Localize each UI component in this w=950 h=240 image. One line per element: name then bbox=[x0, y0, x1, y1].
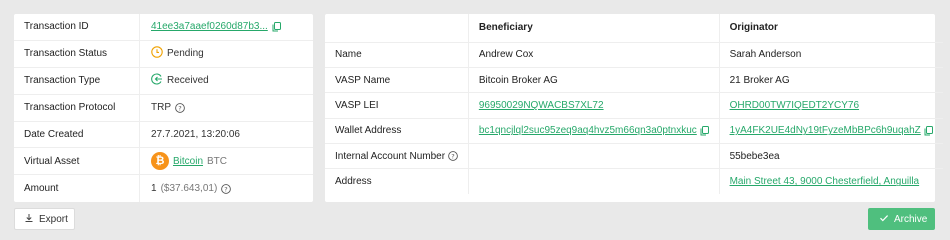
header-originator: Originator bbox=[719, 14, 943, 43]
copy-icon[interactable] bbox=[272, 21, 281, 32]
transaction-id-link[interactable]: 41ee3a7aaef0260d87b3... bbox=[151, 21, 268, 32]
archive-label: Archive bbox=[894, 213, 928, 225]
table-row: Wallet Address bc1qncjlql2suc95zeq9aq4hv… bbox=[325, 118, 943, 145]
bitcoin-icon: ₿ bbox=[151, 152, 169, 171]
row-label: Transaction Type bbox=[14, 67, 140, 94]
row-label: Date Created bbox=[14, 121, 140, 148]
table-row: VASP LEI 96950029NQWACBS7XL72 OHRD00TW7I… bbox=[325, 92, 943, 119]
date-value: 27.7.2021, 13:20:06 bbox=[151, 129, 240, 140]
beneficiary-lei-link[interactable]: 96950029NQWACBS7XL72 bbox=[479, 100, 604, 111]
check-icon bbox=[879, 213, 889, 226]
originator-name: Sarah Anderson bbox=[719, 42, 943, 68]
copy-icon[interactable] bbox=[700, 125, 709, 136]
row-label: Address bbox=[325, 168, 469, 195]
table-header-row: Beneficiary Originator bbox=[325, 14, 943, 43]
download-icon bbox=[24, 213, 34, 226]
row-label: Virtual Asset bbox=[14, 148, 140, 175]
asset-link[interactable]: Bitcoin bbox=[173, 156, 203, 167]
type-value: Received bbox=[167, 75, 209, 87]
row-label: Transaction Status bbox=[14, 40, 140, 67]
protocol-value: TRP bbox=[151, 102, 171, 114]
table-row: Address Main Street 43, 9000 Chesterfiel… bbox=[325, 168, 943, 195]
row-transaction-id: Transaction ID 41ee3a7aaef0260d87b3... bbox=[14, 14, 313, 41]
row-label: Transaction ID bbox=[14, 14, 140, 40]
help-icon[interactable]: ? bbox=[221, 183, 232, 194]
copy-icon[interactable] bbox=[924, 125, 933, 136]
originator-account-number: 55bebe3ea bbox=[719, 143, 943, 170]
help-icon[interactable]: ? bbox=[447, 151, 458, 161]
row-label: Amount bbox=[14, 175, 140, 203]
parties-card: Beneficiary Originator Name Andrew Cox S… bbox=[325, 14, 943, 202]
row-transaction-protocol: Transaction Protocol TRP ? bbox=[14, 94, 313, 122]
svg-text:?: ? bbox=[178, 104, 181, 112]
received-icon bbox=[151, 73, 163, 88]
asset-unit: BTC bbox=[207, 155, 228, 167]
svg-text:?: ? bbox=[451, 153, 454, 161]
beneficiary-name: Andrew Cox bbox=[468, 42, 720, 68]
row-transaction-type: Transaction Type Received bbox=[14, 67, 313, 95]
row-transaction-status: Transaction Status Pending bbox=[14, 40, 313, 68]
export-button[interactable]: Export bbox=[14, 208, 75, 230]
svg-text:?: ? bbox=[225, 185, 228, 193]
archive-button[interactable]: Archive bbox=[868, 208, 935, 230]
header-beneficiary: Beneficiary bbox=[468, 14, 720, 43]
export-label: Export bbox=[39, 213, 68, 225]
table-row: VASP Name Bitcoin Broker AG 21 Broker AG bbox=[325, 67, 943, 94]
table-row: Internal Account Number ? 55bebe3ea bbox=[325, 143, 943, 170]
beneficiary-address bbox=[468, 168, 720, 195]
row-label: Wallet Address bbox=[325, 118, 469, 145]
originator-wallet-link[interactable]: 1yA4FK2UE4dNy19tFyzeMbBPc6h9uqahZ bbox=[730, 125, 921, 136]
help-icon[interactable]: ? bbox=[175, 102, 185, 113]
beneficiary-account-number bbox=[468, 143, 720, 170]
row-label: Internal Account Number bbox=[335, 150, 446, 162]
row-label: VASP Name bbox=[325, 67, 469, 94]
clock-icon bbox=[151, 46, 163, 61]
transaction-details-card: Transaction ID 41ee3a7aaef0260d87b3... T… bbox=[14, 14, 313, 203]
table-row: Name Andrew Cox Sarah Anderson bbox=[325, 42, 943, 68]
row-virtual-asset: Virtual Asset ₿ Bitcoin BTC bbox=[14, 148, 313, 176]
beneficiary-vasp-name: Bitcoin Broker AG bbox=[468, 67, 720, 94]
originator-lei-link[interactable]: OHRD00TW7IQEDT2YCY76 bbox=[730, 100, 859, 111]
row-amount: Amount 1 ($37.643,01) ? bbox=[14, 175, 313, 203]
row-date-created: Date Created 27.7.2021, 13:20:06 bbox=[14, 121, 313, 149]
row-label: VASP LEI bbox=[325, 92, 469, 119]
beneficiary-wallet-link[interactable]: bc1qncjlql2suc95zeq9aq4hvz5m66qn3a0ptnxk… bbox=[479, 125, 697, 136]
status-value: Pending bbox=[167, 48, 204, 60]
parties-table: Beneficiary Originator Name Andrew Cox S… bbox=[325, 14, 943, 195]
amount-value: 1 bbox=[151, 183, 157, 195]
originator-vasp-name: 21 Broker AG bbox=[719, 67, 943, 94]
originator-address-link[interactable]: Main Street 43, 9000 Chesterfield, Angui… bbox=[730, 176, 920, 187]
row-label: Transaction Protocol bbox=[14, 94, 140, 121]
amount-fiat: ($37.643,01) bbox=[160, 183, 218, 195]
header-cell bbox=[325, 14, 469, 43]
row-label: Name bbox=[325, 42, 469, 68]
